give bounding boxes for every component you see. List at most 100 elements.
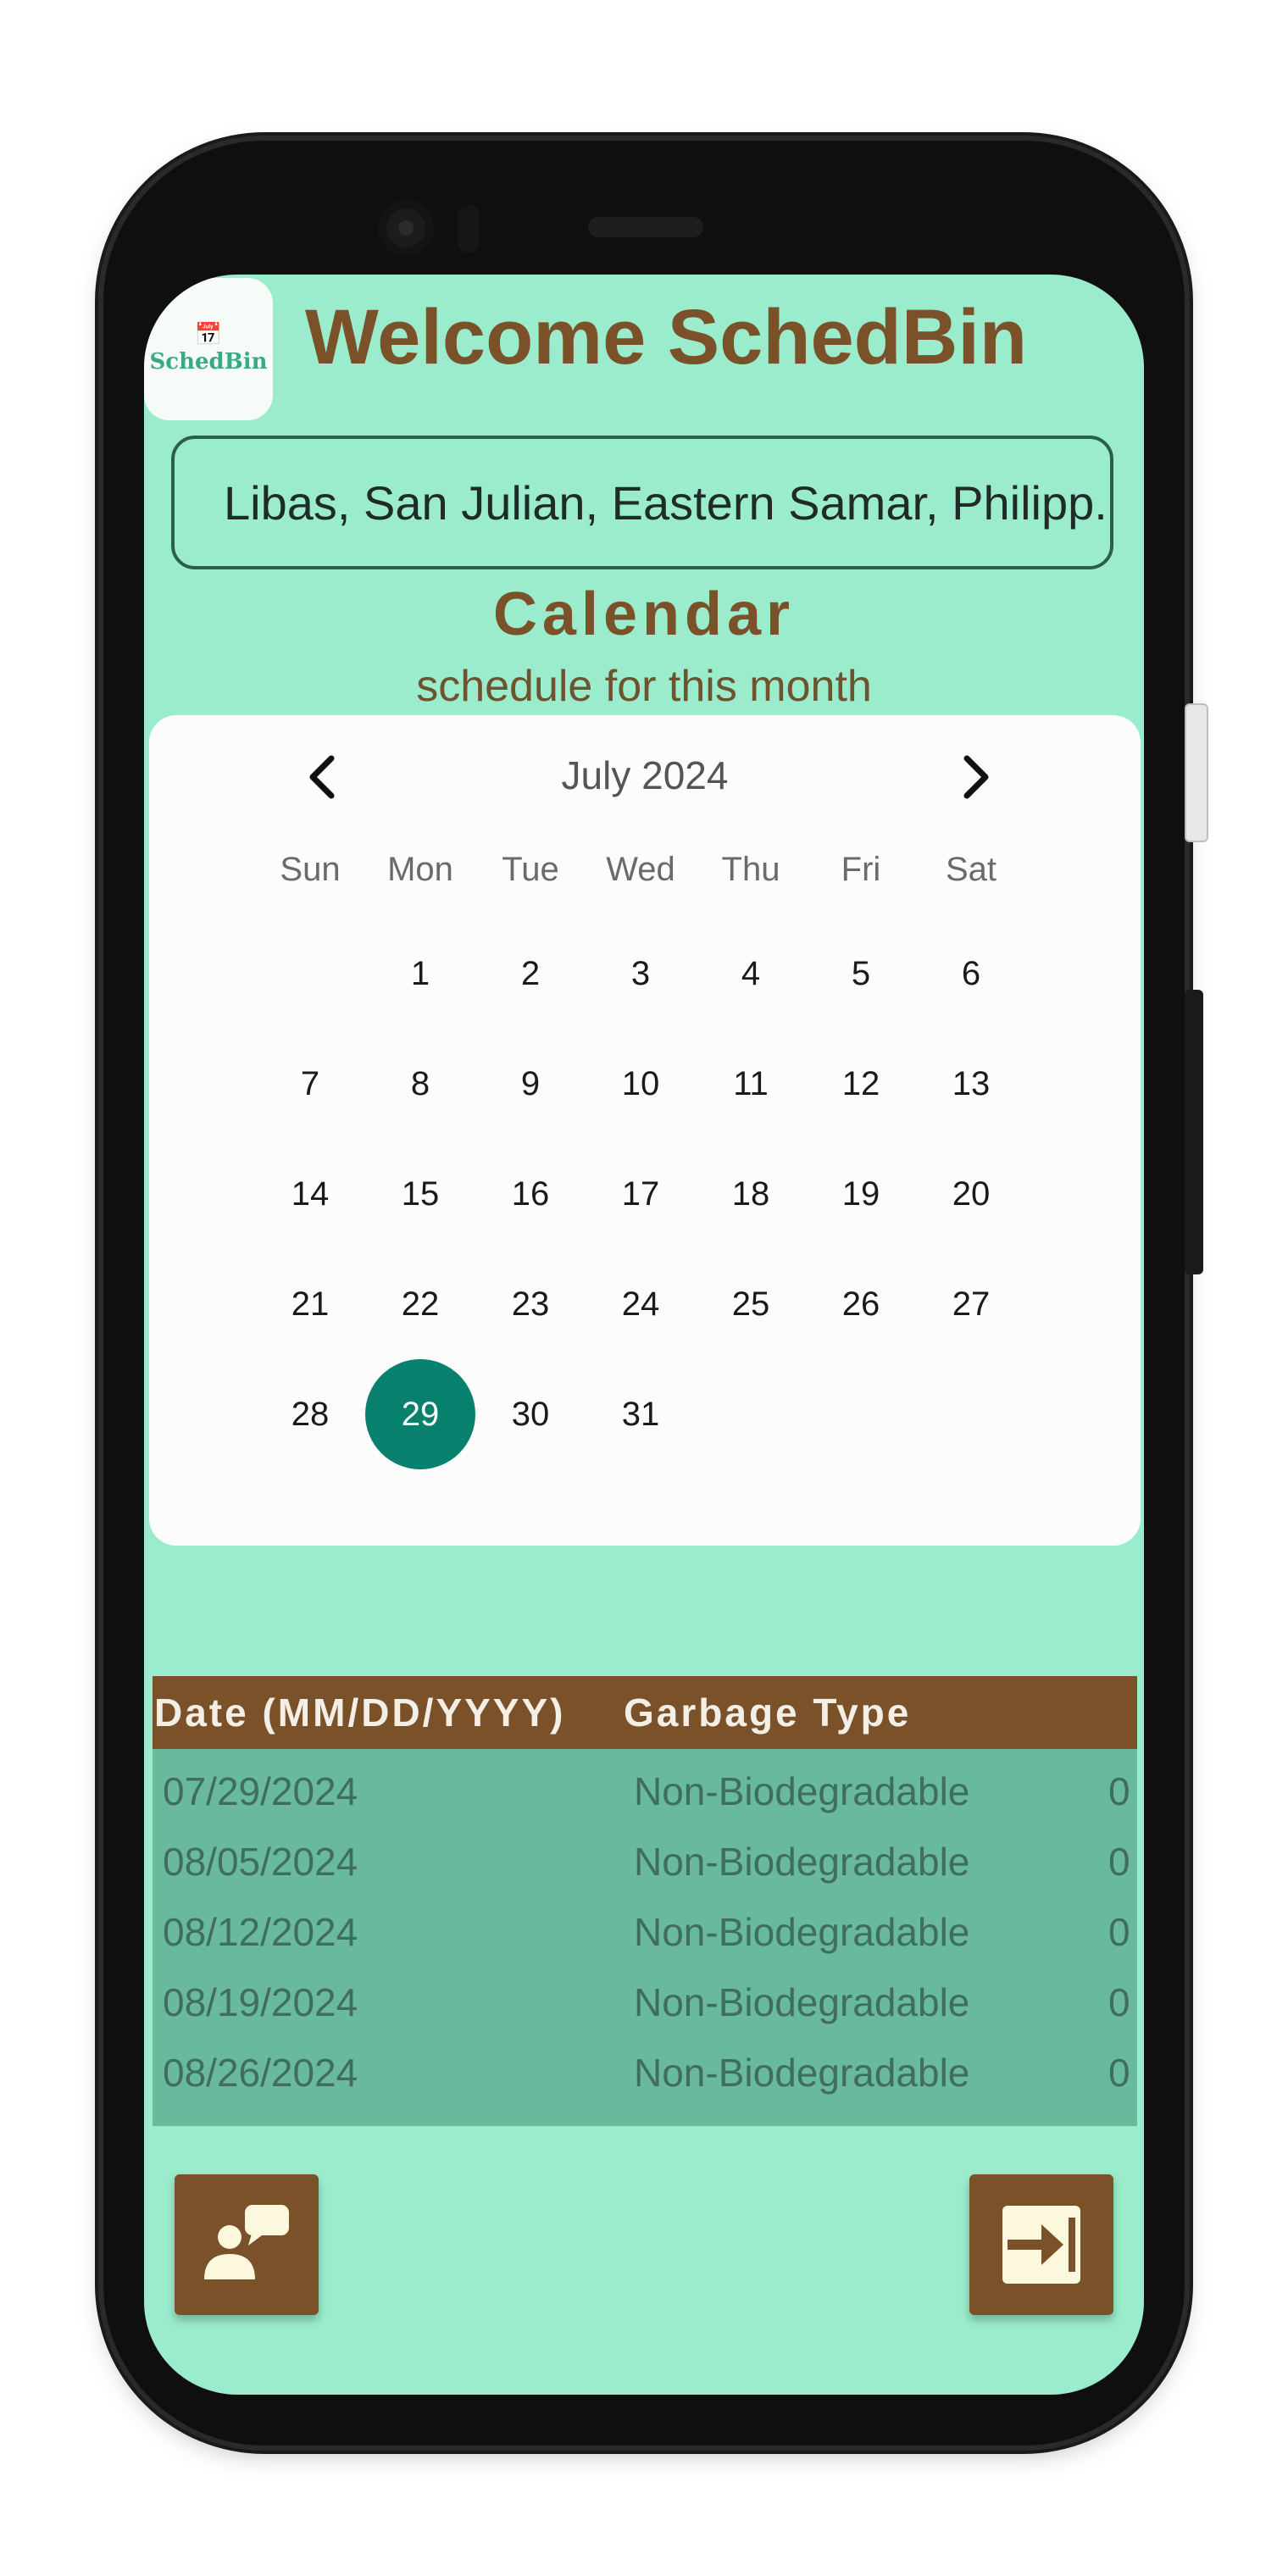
column-header-date: Date (MM/DD/YYYY)	[154, 1690, 566, 1735]
day-number: 21	[291, 1285, 330, 1323]
calendar-day[interactable]: 1	[365, 919, 475, 1029]
welcome-title: Welcome SchedBin	[305, 294, 1028, 380]
location-field[interactable]: Libas, San Julian, Eastern Samar, Philip…	[171, 436, 1113, 569]
calendar-day[interactable]: 19	[806, 1139, 916, 1249]
day-number: 4	[741, 954, 761, 992]
weekday-label: Mon	[387, 851, 453, 888]
app-screen: 📅 SchedBin Welcome SchedBin Libas, San J…	[144, 275, 1144, 2395]
calendar-title: Calendar	[492, 580, 796, 648]
schedule-table: Date (MM/DD/YYYY) Garbage Type 07/29/202…	[153, 1676, 1137, 2126]
day-number: 3	[630, 954, 651, 992]
type-cell: Non-Biodegradable	[634, 2050, 970, 2095]
calendar-day[interactable]: 31	[586, 1359, 696, 1469]
front-camera	[378, 200, 434, 256]
type-cell: Non-Biodegradable	[634, 1768, 970, 1813]
calendar-day[interactable]: 2	[475, 919, 586, 1029]
extra-cell: 0	[1108, 1768, 1130, 1813]
day-number: 17	[621, 1174, 660, 1213]
volume-button	[1185, 990, 1203, 1274]
day-number: 11	[733, 1064, 769, 1102]
weekday-label: Sat	[945, 851, 997, 888]
day-number: 16	[511, 1174, 550, 1213]
day-number: 20	[952, 1174, 991, 1213]
day-number: 13	[952, 1064, 991, 1102]
calendar-day[interactable]: 6	[916, 919, 1026, 1029]
calendar-day[interactable]: 5	[806, 919, 916, 1029]
day-number: 9	[520, 1064, 541, 1102]
location-text: Libas, San Julian, Eastern Samar, Philip…	[224, 475, 1113, 530]
weekday-label: Thu	[721, 851, 780, 888]
calendar-day[interactable]: 16	[475, 1139, 586, 1249]
calendar-subtitle: schedule for this month	[416, 662, 872, 711]
calendar-day[interactable]: 27	[916, 1249, 1026, 1359]
extra-cell: 0	[1108, 1909, 1130, 1954]
table-row: 08/12/2024 Non-Biodegradable 0	[153, 1896, 1137, 1967]
calendar-day[interactable]: 21	[255, 1249, 365, 1359]
day-number: 22	[401, 1285, 440, 1323]
calendar-widget: July 2024 Sun Mon Tue Wed Thu Fri Sat 12345678…	[149, 715, 1141, 1546]
calendar-day[interactable]: 30	[475, 1359, 586, 1469]
calendar-day[interactable]: 22	[365, 1249, 475, 1359]
table-row: 07/29/2024 Non-Biodegradable 0	[153, 1756, 1137, 1826]
table-body: 07/29/2024 Non-Biodegradable 0 08/05/2024 No…	[153, 1749, 1137, 2126]
calendar-day[interactable]: 4	[696, 919, 806, 1029]
date-cell: 08/05/2024	[163, 1839, 358, 1884]
day-number: 27	[952, 1285, 991, 1323]
extra-cell: 0	[1108, 2050, 1130, 2095]
feedback-button[interactable]	[175, 2174, 319, 2315]
day-number: 5	[851, 954, 871, 992]
date-cell: 08/12/2024	[163, 1909, 358, 1954]
day-number: 26	[841, 1285, 880, 1323]
calendar-day[interactable]: 23	[475, 1249, 586, 1359]
calendar-day[interactable]: 14	[255, 1139, 365, 1249]
logo-text: SchedBin	[149, 349, 268, 375]
calendar-day[interactable]: 3	[586, 919, 696, 1029]
empty-cell	[255, 919, 365, 1029]
calendar-day[interactable]: 28	[255, 1359, 365, 1469]
calendar-day[interactable]: 18	[696, 1139, 806, 1249]
calendar-day[interactable]: 25	[696, 1249, 806, 1359]
calendar-day[interactable]: 11	[696, 1029, 806, 1139]
day-number: 14	[291, 1174, 330, 1213]
weekday-header: Sun Mon Tue Wed Thu Fri Sat	[255, 851, 1026, 889]
weekday-label: Wed	[606, 851, 675, 888]
day-number: 31	[621, 1395, 660, 1433]
day-number: 2	[520, 954, 541, 992]
chevron-right-icon[interactable]	[946, 747, 1005, 807]
calendar-day[interactable]: 17	[586, 1139, 696, 1249]
day-number: 23	[511, 1285, 550, 1323]
earpiece-speaker	[588, 217, 703, 237]
calendar-day[interactable]: 20	[916, 1139, 1026, 1249]
day-number: 19	[841, 1174, 880, 1213]
logout-button[interactable]	[969, 2174, 1113, 2315]
calendar-day[interactable]: 13	[916, 1029, 1026, 1139]
column-header-type: Garbage Type	[624, 1690, 912, 1735]
extra-cell: 0	[1108, 1979, 1130, 2024]
table-row: 08/19/2024 Non-Biodegradable 0	[153, 1967, 1137, 2037]
date-cell: 07/29/2024	[163, 1768, 358, 1813]
extra-cell: 0	[1108, 1839, 1130, 1884]
day-number: 30	[511, 1395, 550, 1433]
calendar-day[interactable]: 7	[255, 1029, 365, 1139]
calendar-day[interactable]: 8	[365, 1029, 475, 1139]
day-number: 15	[401, 1174, 440, 1213]
selected-day[interactable]: 29	[365, 1359, 475, 1469]
calendar-day[interactable]: 10	[586, 1029, 696, 1139]
date-cell: 08/19/2024	[163, 1979, 358, 2024]
type-cell: Non-Biodegradable	[634, 1909, 970, 1954]
calendar-day[interactable]: 24	[586, 1249, 696, 1359]
calendar-day[interactable]: 15	[365, 1139, 475, 1249]
weekday-label: Fri	[841, 851, 881, 888]
date-cell: 08/26/2024	[163, 2050, 358, 2095]
app-logo: 📅 SchedBin	[144, 278, 273, 420]
calendar-day[interactable]: 9	[475, 1029, 586, 1139]
power-button	[1185, 703, 1208, 842]
calendar-day[interactable]: 26	[806, 1249, 916, 1359]
type-cell: Non-Biodegradable	[634, 1979, 970, 2024]
calendar-check-icon: 📅	[194, 322, 223, 347]
day-number: 6	[961, 954, 981, 992]
day-number: 25	[731, 1285, 770, 1323]
table-row: 08/26/2024 Non-Biodegradable 0	[153, 2037, 1137, 2107]
day-number: 1	[410, 954, 430, 992]
calendar-day[interactable]: 12	[806, 1029, 916, 1139]
